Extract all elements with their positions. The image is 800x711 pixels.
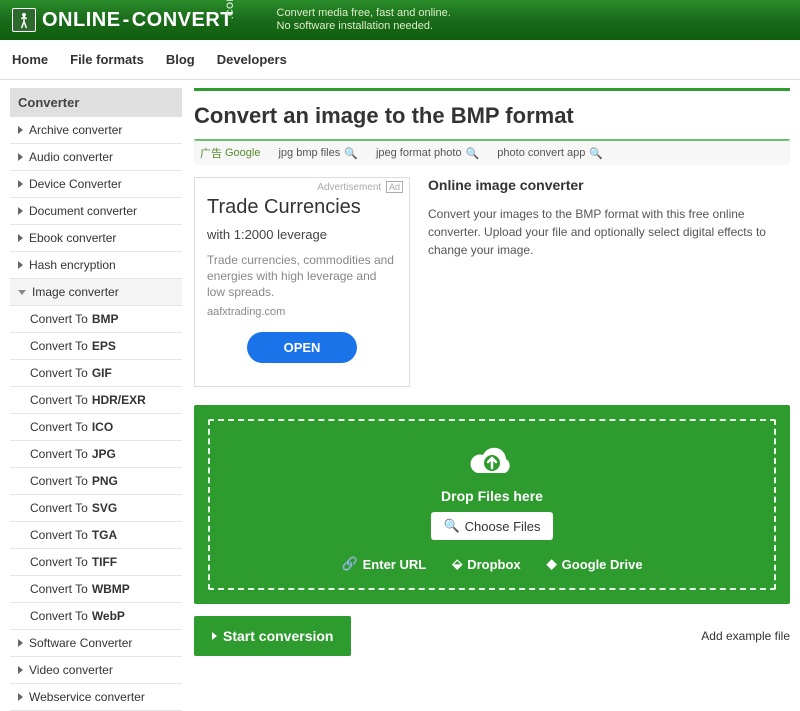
logo-text: ONLINE - CONVERT .COM [42,9,261,32]
google-drive-link[interactable]: ◆Google Drive [547,556,643,572]
chevron-right-icon [18,207,23,215]
brand-logo[interactable]: ONLINE - CONVERT .COM [12,8,261,32]
ad-card[interactable]: Advertisement Ad Trade Currencies with 1… [194,177,410,387]
sidebar-format-tga[interactable]: Convert To TGA [10,522,182,548]
chevron-right-icon [18,234,23,242]
chevron-right-icon [18,153,23,161]
start-conversion-button[interactable]: Start conversion [194,616,351,656]
sidebar-format-bmp[interactable]: Convert To BMP [10,306,182,332]
sidebar-cat-4[interactable]: Ebook converter [10,225,182,251]
sidebar-format-eps[interactable]: Convert To EPS [10,333,182,359]
choose-files-button[interactable]: 🔍Choose Files [431,512,552,540]
search-icon: 🔍 [466,147,480,160]
main-content: Convert an image to the BMP format 广告 Go… [194,88,790,711]
dropbox-link[interactable]: ⬙Dropbox [452,556,520,572]
sidebar-format-webp[interactable]: Convert To WebP [10,603,182,629]
chevron-right-icon [18,666,23,674]
sidebar-format-svg[interactable]: Convert To SVG [10,495,182,521]
add-example-file-link[interactable]: Add example file [701,629,790,643]
nav-file-formats[interactable]: File formats [70,40,144,79]
dropbox-icon: ⬙ [452,556,462,572]
sidebar-format-tiff[interactable]: Convert To TIFF [10,549,182,575]
chevron-right-icon [18,261,23,269]
upload-panel: Drop Files here 🔍Choose Files 🔗Enter URL… [194,405,790,604]
tagline: Convert media free, fast and online. No … [277,7,451,33]
sidebar-cat-tail-2[interactable]: Webservice converter [10,684,182,710]
sidebar-format-png[interactable]: Convert To PNG [10,468,182,494]
sponsored-links-bar: 广告 Google jpg bmp files🔍 jpeg format pho… [194,140,790,165]
sidebar-cat-0[interactable]: Archive converter [10,117,182,143]
sidebar-format-hdr-exr[interactable]: Convert To HDR/EXR [10,387,182,413]
chevron-right-icon [212,632,217,640]
enter-url-link[interactable]: 🔗Enter URL [341,556,426,572]
ad-label: Advertisement Ad [317,182,403,193]
ad-term-3[interactable]: photo convert app🔍 [497,147,603,160]
google-drive-icon: ◆ [547,556,557,572]
cloud-upload-icon [220,443,764,482]
sidebar-format-ico[interactable]: Convert To ICO [10,414,182,440]
description-heading: Online image converter [428,177,790,193]
drop-text: Drop Files here [220,488,764,504]
nav-home[interactable]: Home [12,40,48,79]
chevron-right-icon [18,639,23,647]
ads-by-google[interactable]: 广告 Google [200,145,260,161]
site-header: ONLINE - CONVERT .COM Convert media free… [0,0,800,40]
chevron-right-icon [18,693,23,701]
logo-icon [12,8,36,32]
search-icon: 🔍 [344,147,358,160]
nav-blog[interactable]: Blog [166,40,195,79]
drop-zone[interactable]: Drop Files here 🔍Choose Files 🔗Enter URL… [208,419,776,590]
sidebar: Converter Archive converterAudio convert… [10,88,182,711]
nav-developers[interactable]: Developers [217,40,287,79]
accent-bar [194,88,790,91]
chevron-right-icon [18,180,23,188]
sidebar-format-wbmp[interactable]: Convert To WBMP [10,576,182,602]
ad-term-2[interactable]: jpeg format photo🔍 [376,147,479,160]
sidebar-cat-3[interactable]: Document converter [10,198,182,224]
ad-body: Trade currencies, commodities and energi… [207,252,397,300]
description: Online image converter Convert your imag… [428,177,790,387]
sidebar-cat-tail-0[interactable]: Software Converter [10,630,182,656]
sidebar-cat-5[interactable]: Hash encryption [10,252,182,278]
ad-subhead: with 1:2000 leverage [207,227,397,242]
link-icon: 🔗 [341,556,357,572]
ad-headline: Trade Currencies [207,196,397,219]
search-icon: 🔍 [443,518,459,534]
ad-open-button[interactable]: OPEN [247,332,357,363]
search-icon: 🔍 [589,147,603,160]
ad-term-1[interactable]: jpg bmp files🔍 [278,147,357,160]
sidebar-cat-tail-1[interactable]: Video converter [10,657,182,683]
sidebar-heading: Converter [10,88,182,117]
chevron-down-icon [18,290,26,295]
description-body: Convert your images to the BMP format wi… [428,205,790,259]
sidebar-cat-1[interactable]: Audio converter [10,144,182,170]
ad-domain: aafxtrading.com [207,306,397,318]
top-nav: Home File formats Blog Developers [0,40,800,80]
sidebar-format-gif[interactable]: Convert To GIF [10,360,182,386]
chevron-right-icon [18,126,23,134]
sidebar-format-jpg[interactable]: Convert To JPG [10,441,182,467]
sidebar-cat-2[interactable]: Device Converter [10,171,182,197]
sidebar-cat-image-converter[interactable]: Image converter [10,279,182,305]
page-title: Convert an image to the BMP format [194,97,790,139]
